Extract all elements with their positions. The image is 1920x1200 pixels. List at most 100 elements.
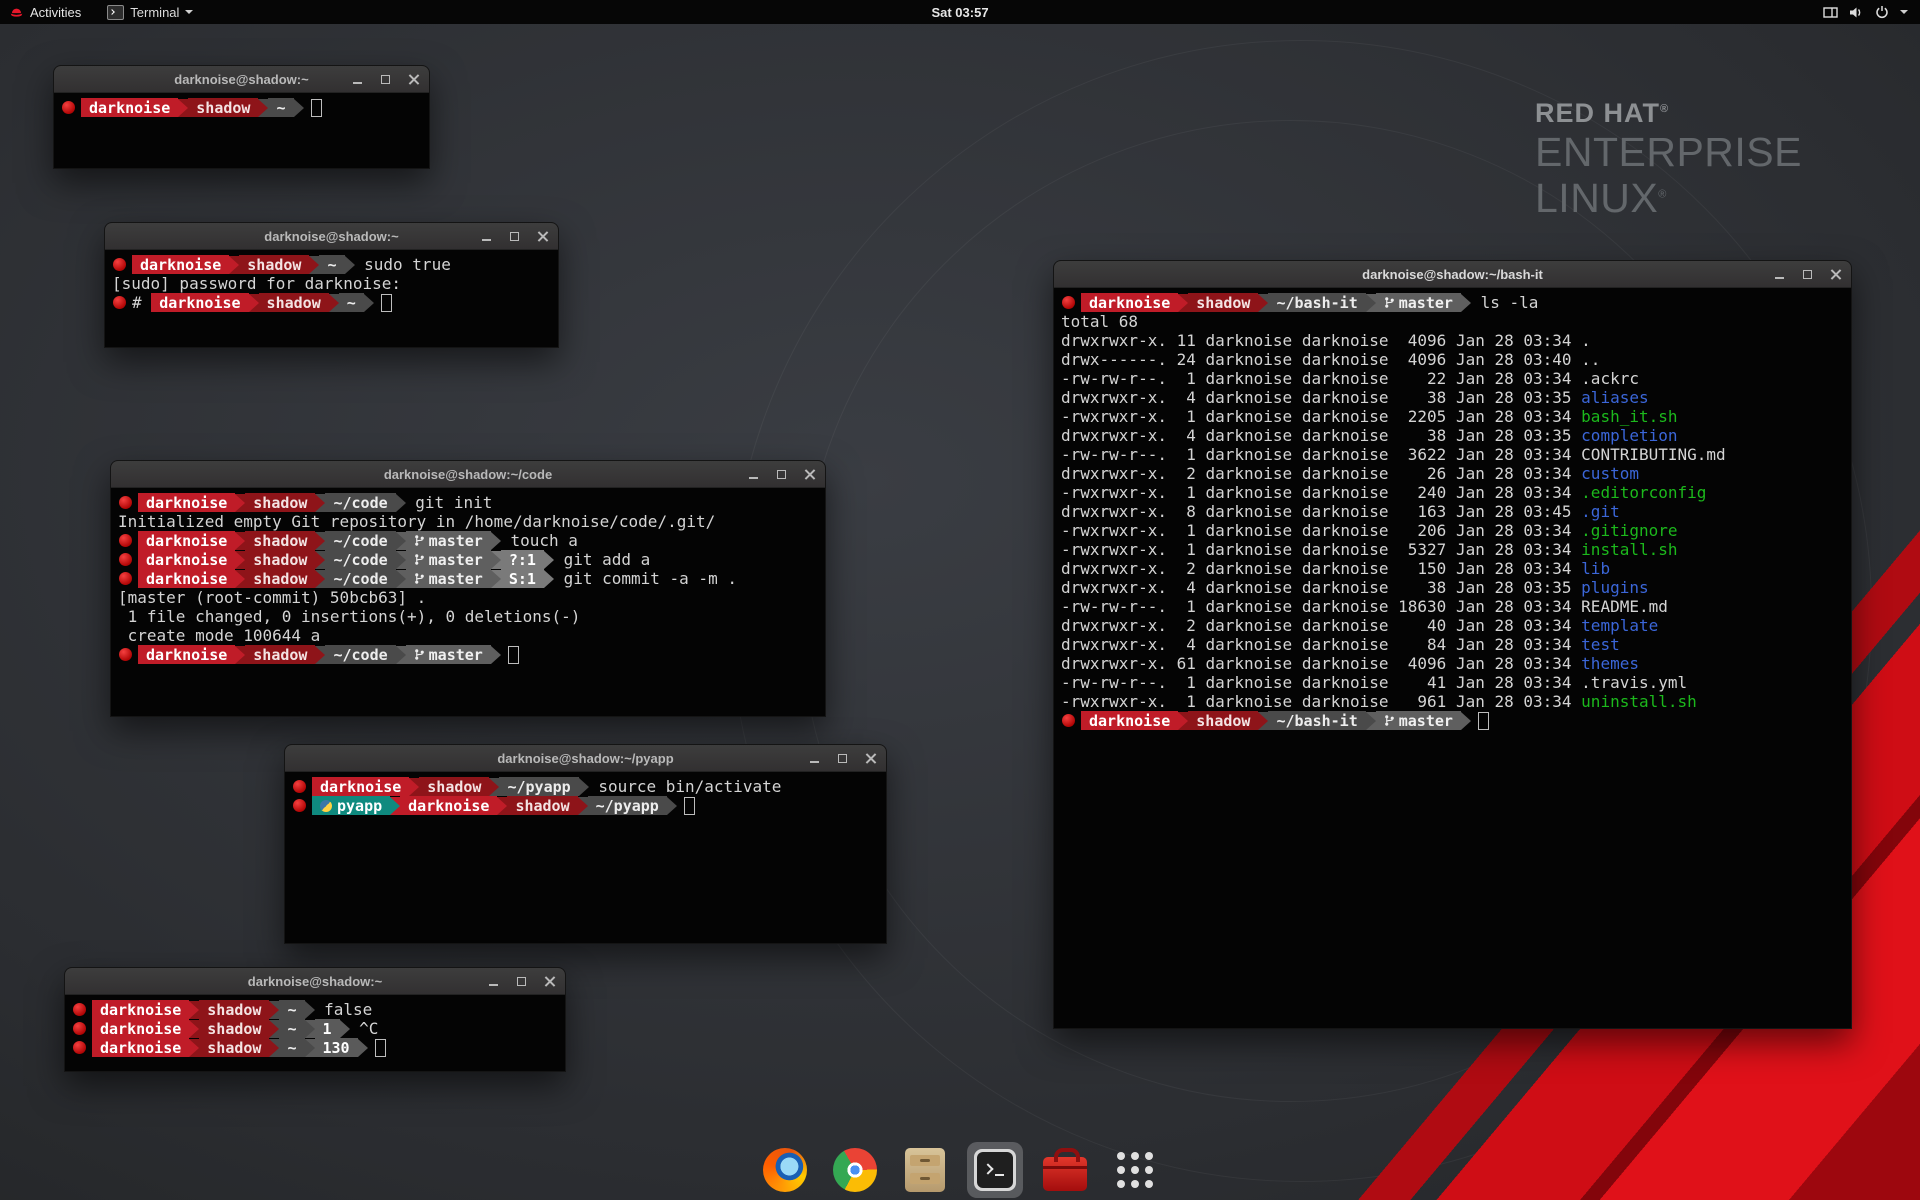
maximize-button[interactable] — [508, 230, 521, 243]
minimize-button[interactable] — [808, 752, 821, 765]
prompt-segment-path: ~ — [279, 1038, 304, 1057]
terminal-line: -rw-rw-r--. 1 darknoise darknoise 22 Jan… — [1061, 369, 1844, 388]
redhat-prompt-icon — [119, 553, 132, 566]
redhat-prompt-icon — [1062, 714, 1075, 727]
dock-item-toolbox[interactable] — [1037, 1142, 1093, 1198]
terminal-text: .gitignore — [1581, 521, 1677, 540]
dock-item-chrome[interactable] — [827, 1142, 883, 1198]
terminal-line: drwxrwxr-x. 2 darknoise darknoise 26 Jan… — [1061, 464, 1844, 483]
terminal-content[interactable]: darknoiseshadow~/pyapp source bin/activa… — [285, 772, 886, 943]
terminal-window-exit-codes: darknoise@shadow:~ darknoiseshadow~ fals… — [64, 967, 566, 1072]
terminal-text: ^C — [350, 1019, 379, 1038]
terminal-text: custom — [1581, 464, 1639, 483]
terminal-app-icon — [107, 5, 124, 20]
terminal-text: drwxrwxr-x. 61 darknoise darknoise 4096 … — [1061, 654, 1581, 673]
terminal-content[interactable]: darknoiseshadow~/code git initInitialize… — [111, 488, 825, 716]
powerline-arrow-icon — [1461, 712, 1471, 730]
prompt-segment-host: shadow — [507, 796, 577, 815]
minimize-button[interactable] — [747, 468, 760, 481]
dock-item-files[interactable] — [897, 1142, 953, 1198]
terminal-text: plugins — [1581, 578, 1648, 597]
close-button[interactable] — [536, 230, 549, 243]
terminal-line: -rw-rw-r--. 1 darknoise darknoise 41 Jan… — [1061, 673, 1844, 692]
terminal-line: drwxrwxr-x. 8 darknoise darknoise 163 Ja… — [1061, 502, 1844, 521]
prompt-segment-path: ~/pyapp — [588, 796, 667, 815]
terminal-line: darknoiseshadow~/codemaster — [118, 645, 818, 664]
titlebar[interactable]: darknoise@shadow:~ — [54, 66, 429, 93]
dock-item-app-grid[interactable] — [1107, 1142, 1163, 1198]
prompt-segment-path: ~ — [319, 255, 344, 274]
prompt-segment-branch: master — [1376, 711, 1461, 730]
app-menu-terminal[interactable]: Terminal — [98, 0, 202, 24]
prompt-segment-branch: master — [406, 569, 491, 588]
titlebar[interactable]: darknoise@shadow:~/pyapp — [285, 745, 886, 772]
maximize-button[interactable] — [379, 73, 392, 86]
terminal-content[interactable]: darknoiseshadow~ — [54, 93, 429, 168]
close-button[interactable] — [803, 468, 816, 481]
terminal-text: sudo true — [355, 255, 451, 274]
prompt-segment-path: ~ — [279, 1000, 304, 1019]
prompt-segment-path: ~/bash-it — [1268, 293, 1365, 312]
powerline-arrow-icon — [544, 551, 554, 569]
terminal-text: .editorconfig — [1581, 483, 1706, 502]
minimize-button[interactable] — [351, 73, 364, 86]
prompt-segment-path: ~ — [268, 98, 293, 117]
terminal-line: total 68 — [1061, 312, 1844, 331]
terminal-content[interactable]: darknoiseshadow~ falsedarknoiseshadow~1 … — [65, 995, 565, 1071]
redhat-prompt-icon — [113, 296, 126, 309]
close-button[interactable] — [1829, 268, 1842, 281]
terminal-line: drwxrwxr-x. 2 darknoise darknoise 150 Ja… — [1061, 559, 1844, 578]
terminal-text: drwxrwxr-x. 2 darknoise darknoise 40 Jan… — [1061, 616, 1581, 635]
terminal-line: darknoiseshadow~/codemasterS:1 git commi… — [118, 569, 818, 588]
dock-item-terminal[interactable] — [967, 1142, 1023, 1198]
redhat-prompt-icon — [293, 799, 306, 812]
terminal-cursor — [375, 1039, 386, 1057]
top-bar: Activities Terminal Sat 03:57 — [0, 0, 1920, 24]
git-branch-icon — [414, 572, 425, 585]
maximize-button[interactable] — [775, 468, 788, 481]
prompt-segment-host: shadow — [199, 1038, 269, 1057]
powerline-arrow-icon — [579, 778, 589, 796]
powerline-arrow-icon — [340, 1020, 350, 1038]
maximize-button[interactable] — [1801, 268, 1814, 281]
minimize-button[interactable] — [1773, 268, 1786, 281]
activities-button[interactable]: Activities — [0, 0, 90, 24]
terminal-text: .git — [1581, 502, 1620, 521]
terminal-cursor — [684, 797, 695, 815]
terminal-text: -rw-rw-r--. 1 darknoise darknoise 3622 J… — [1061, 445, 1726, 464]
terminal-text: -rwxrwxr-x. 1 darknoise darknoise 240 Ja… — [1061, 483, 1581, 502]
maximize-button[interactable] — [836, 752, 849, 765]
redhat-prompt-icon — [62, 101, 75, 114]
terminal-line: darknoiseshadow~/codemaster?:1 git add a — [118, 550, 818, 569]
minimize-button[interactable] — [487, 975, 500, 988]
terminal-text: drwxrwxr-x. 4 darknoise darknoise 38 Jan… — [1061, 426, 1581, 445]
maximize-button[interactable] — [515, 975, 528, 988]
minimize-button[interactable] — [480, 230, 493, 243]
dock-item-firefox[interactable] — [757, 1142, 813, 1198]
terminal-text: drwxrwxr-x. 2 darknoise darknoise 150 Ja… — [1061, 559, 1581, 578]
prompt-segment-host: shadow — [239, 255, 309, 274]
terminal-line: -rw-rw-r--. 1 darknoise darknoise 3622 J… — [1061, 445, 1844, 464]
close-button[interactable] — [543, 975, 556, 988]
prompt-segment-path: ~/code — [325, 550, 395, 569]
terminal-line: darknoiseshadow~/codemaster touch a — [118, 531, 818, 550]
titlebar[interactable]: darknoise@shadow:~/code — [111, 461, 825, 488]
terminal-content[interactable]: darknoiseshadow~/bash-itmaster ls -latot… — [1054, 288, 1851, 1028]
close-button[interactable] — [864, 752, 877, 765]
titlebar[interactable]: darknoise@shadow:~/bash-it — [1054, 261, 1851, 288]
firefox-icon — [763, 1148, 807, 1192]
powerline-arrow-icon — [235, 646, 245, 664]
titlebar[interactable]: darknoise@shadow:~ — [65, 968, 565, 995]
prompt-segment-user: darknoise — [1081, 293, 1178, 312]
prompt-segment-venv: pyapp — [312, 796, 390, 815]
titlebar[interactable]: darknoise@shadow:~ — [105, 223, 558, 250]
terminal-line: drwxrwxr-x. 4 darknoise darknoise 38 Jan… — [1061, 578, 1844, 597]
terminal-content[interactable]: darknoiseshadow~ sudo true[sudo] passwor… — [105, 250, 558, 347]
terminal-line: pyappdarknoiseshadow~/pyapp — [292, 796, 879, 815]
system-menu[interactable] — [1823, 0, 1920, 24]
close-button[interactable] — [407, 73, 420, 86]
clock[interactable]: Sat 03:57 — [931, 5, 988, 20]
prompt-segment-user: darknoise — [81, 98, 178, 117]
terminal-text: ls -la — [1471, 293, 1538, 312]
powerline-arrow-icon — [189, 1039, 199, 1057]
